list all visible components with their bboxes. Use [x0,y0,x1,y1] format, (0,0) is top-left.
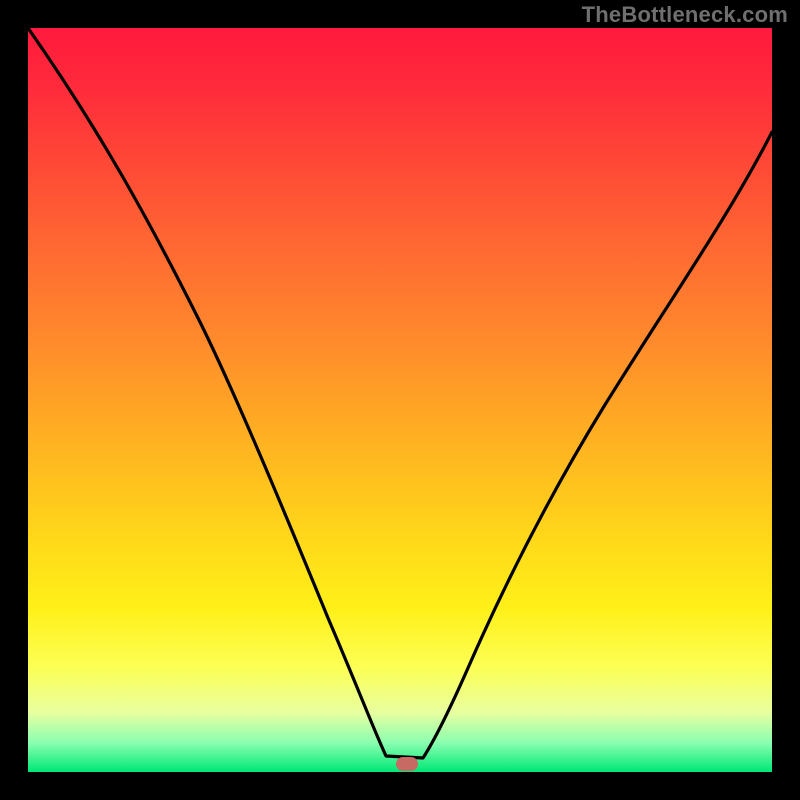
watermark-text: TheBottleneck.com [582,2,788,28]
heatmap-gradient [28,28,772,772]
chart-frame: TheBottleneck.com [0,0,800,800]
plot-area [28,28,772,772]
optimal-point-marker [396,757,418,771]
